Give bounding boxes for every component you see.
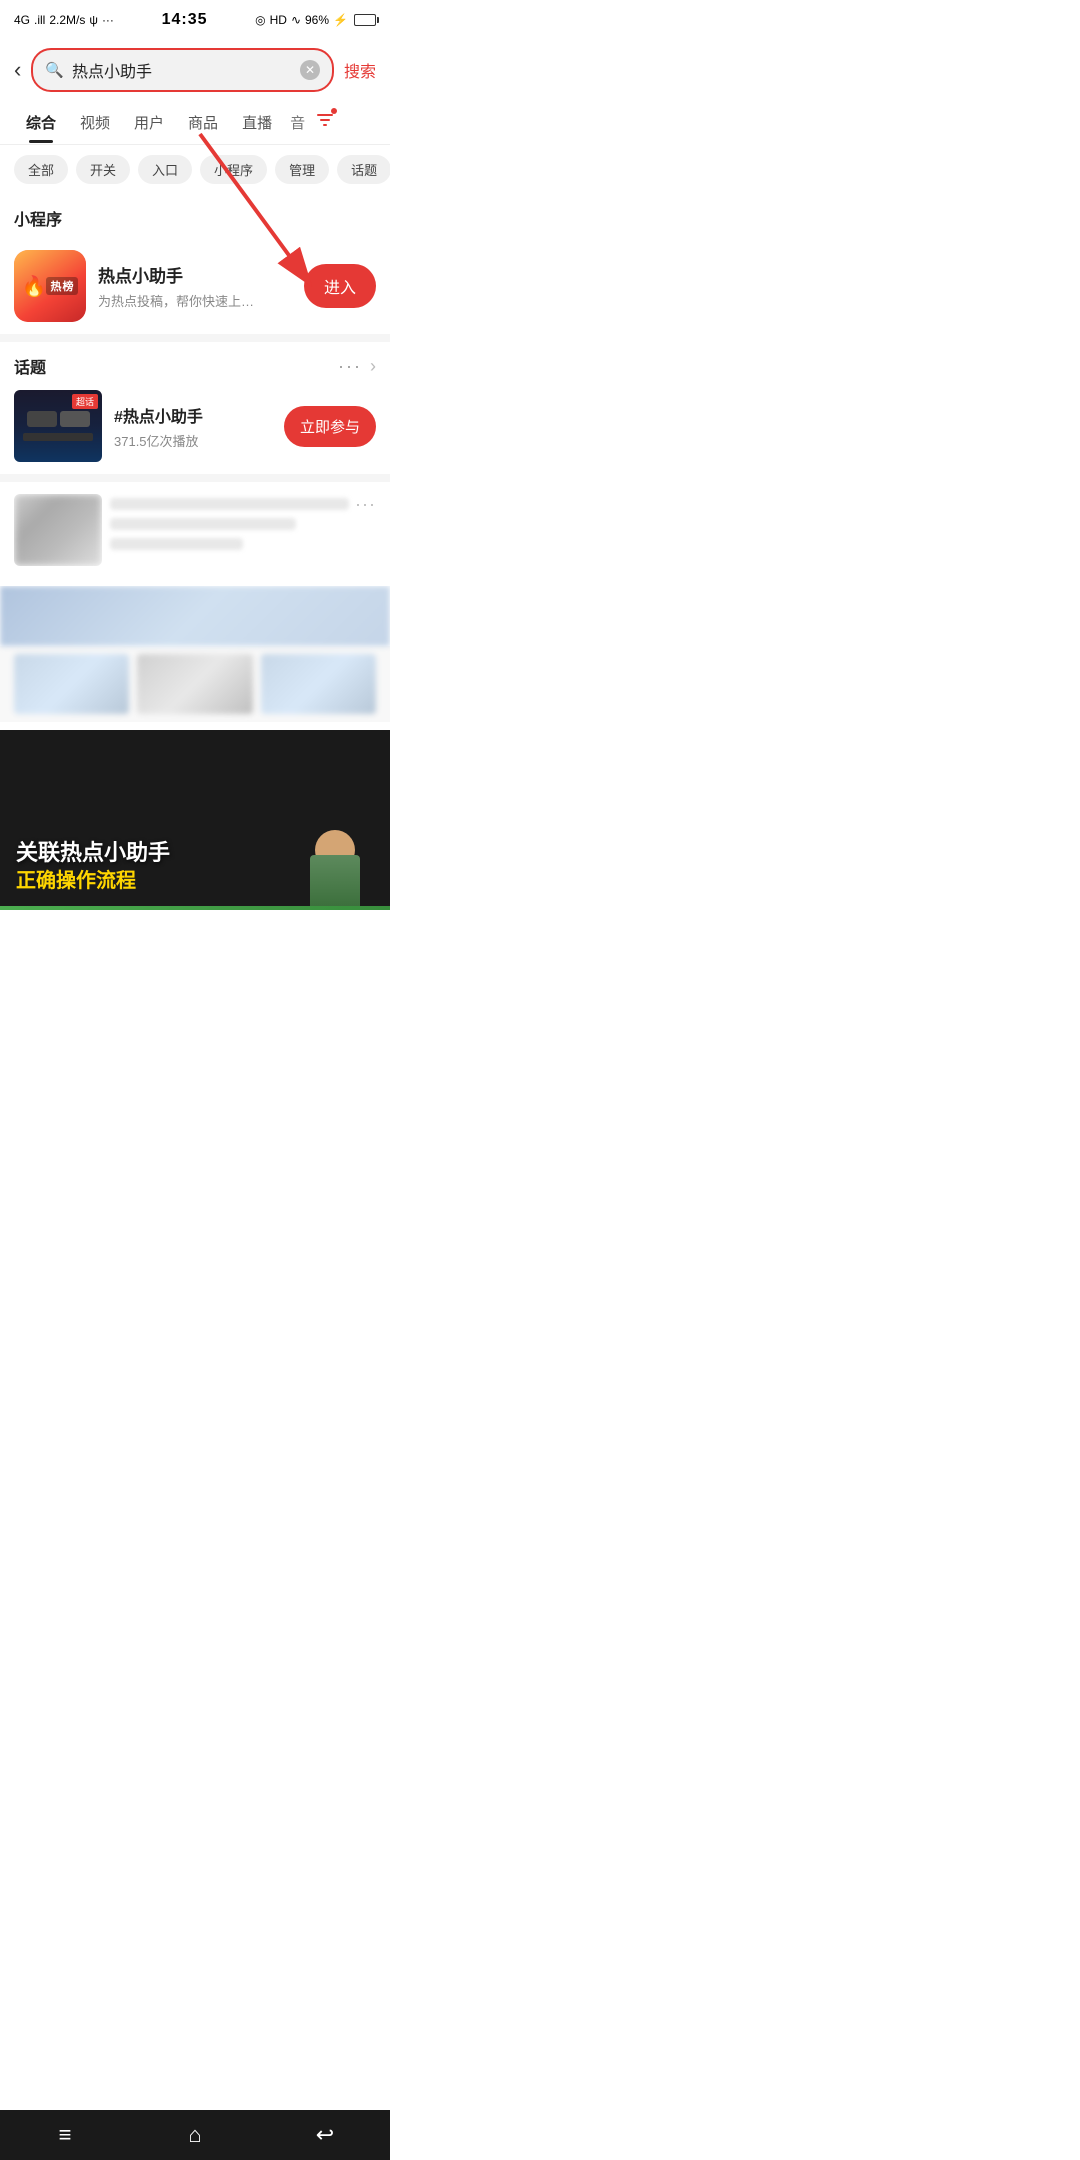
search-area: ‹ 🔍 热点小助手 ✕ 搜索 [0,40,390,100]
topic-more-button[interactable]: ··· [338,356,362,377]
search-query-text[interactable]: 热点小助手 [72,58,292,82]
divider-2 [0,474,390,482]
search-clear-button[interactable]: ✕ [300,60,320,80]
topic-stats: 371.5亿次播放 [114,431,272,450]
enter-mini-program-button[interactable]: 进入 [304,264,376,308]
page-wrapper: 4G .ill 2.2M/s ψ ··· 14:35 ◎ HD ∿ 96% ⚡ … [0,0,390,960]
status-right: ◎ HD ∿ 96% ⚡ [255,13,376,27]
green-strip [0,906,390,910]
content-card-2 [0,586,390,722]
mini-program-section: 小程序 🔥 热榜 热点小助手 为热点投稿，帮你快速上… 进入 [0,194,390,334]
tab-product[interactable]: 商品 [176,102,230,143]
person-body [310,855,360,910]
signal-icon: 4G [14,13,30,27]
tag-switch[interactable]: 开关 [76,155,130,184]
blurred-banner [0,586,390,646]
filter-dot [331,108,337,114]
search-box[interactable]: 🔍 热点小助手 ✕ [31,48,334,92]
usb-icon: ψ [89,13,98,27]
mini-program-desc: 为热点投稿，帮你快速上… [98,291,292,310]
tab-comprehensive[interactable]: 综合 [14,102,68,143]
participate-button[interactable]: 立即参与 [284,406,376,447]
video-subtitle: 正确操作流程 [16,868,170,894]
wifi-icon: ∿ [291,13,301,27]
divider-1 [0,334,390,342]
battery-percent: 96% [305,13,329,27]
mini-program-name: 热点小助手 [98,262,292,287]
video-person-thumbnail [300,820,370,910]
search-icon: 🔍 [45,61,64,79]
topic-thumbnail: 超话 [14,390,102,462]
mini-program-info: 热点小助手 为热点投稿，帮你快速上… [98,262,292,310]
clock: 14:35 [162,11,208,29]
alarm-icon: ◎ [255,13,265,27]
hd-label: HD [270,13,287,27]
filter-button[interactable] [311,100,339,144]
topic-section: 话题 ··· › 超话 #热点小助手 371.5亿次播放 [0,342,390,474]
video-card: 关联热点小助手 正确操作流程 [0,730,390,910]
tag-miniprogram[interactable]: 小程序 [200,155,267,184]
tag-manage[interactable]: 管理 [275,155,329,184]
tab-user[interactable]: 用户 [122,102,176,143]
topic-red-badge: 超话 [72,394,98,409]
back-button[interactable]: ‹ [14,59,21,81]
status-bar: 4G .ill 2.2M/s ψ ··· 14:35 ◎ HD ∿ 96% ⚡ [0,0,390,40]
topic-info: #热点小助手 371.5亿次播放 [114,403,272,450]
blurred-thumb-1 [14,494,102,566]
clear-icon: ✕ [305,63,315,77]
signal-bars: .ill [34,13,45,27]
mini-program-section-title: 小程序 [0,194,390,238]
video-thumbnail: 关联热点小助手 正确操作流程 [0,730,390,910]
video-title: 关联热点小助手 [16,839,170,868]
hot-chart-label: 热榜 [46,277,78,295]
topic-chevron-icon[interactable]: › [370,356,376,377]
tab-audio[interactable]: 音 [284,102,311,143]
tabs-row: 综合 视频 用户 商品 直播 音 [0,100,390,145]
charging-icon: ⚡ [333,13,348,27]
topic-card: 超话 #热点小助手 371.5亿次播放 立即参与 [14,390,376,462]
filter-tags-row: 全部 开关 入口 小程序 管理 话题 [0,145,390,194]
fire-emoji: 🔥 [22,274,47,299]
topic-header: 话题 ··· › [14,354,376,378]
tag-all[interactable]: 全部 [14,155,68,184]
mini-program-icon: 🔥 热榜 [14,250,86,322]
mini-program-card: 🔥 热榜 热点小助手 为热点投稿，帮你快速上… 进入 [0,238,390,334]
status-left: 4G .ill 2.2M/s ψ ··· [14,13,114,27]
topic-section-title: 话题 [14,354,46,378]
more-status: ··· [102,13,114,27]
tab-live[interactable]: 直播 [230,102,284,143]
tag-topic[interactable]: 话题 [337,155,390,184]
tab-video[interactable]: 视频 [68,102,122,143]
battery-icon [354,14,376,26]
card-more-button-1[interactable]: ··· [355,494,376,515]
topic-hashtag: #热点小助手 [114,403,272,427]
tag-entry[interactable]: 入口 [138,155,192,184]
content-card-1: ··· [0,482,390,578]
search-submit-button[interactable]: 搜索 [344,58,376,82]
speed-indicator: 2.2M/s [49,13,85,27]
